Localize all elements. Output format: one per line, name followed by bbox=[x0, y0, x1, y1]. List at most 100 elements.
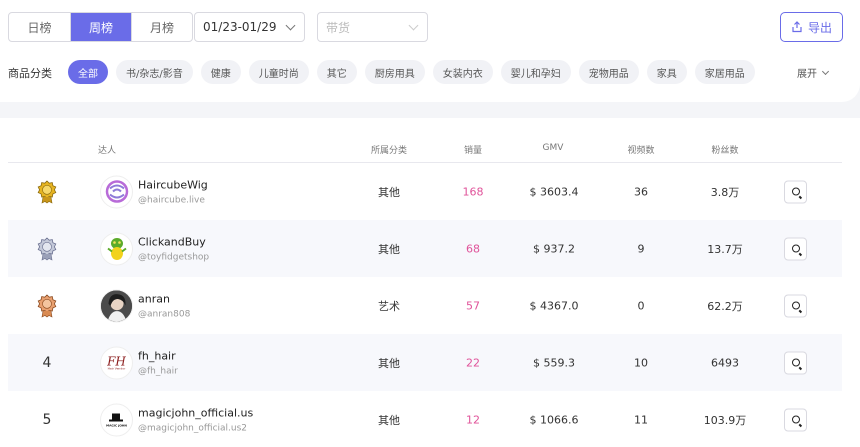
followers-cell: 6493 bbox=[711, 356, 739, 369]
creator-name[interactable]: magicjohn_official.us bbox=[138, 406, 253, 419]
creator-info: fh_hair @fh_hair bbox=[138, 349, 178, 376]
creator-name[interactable]: anran bbox=[138, 292, 190, 305]
table-row[interactable]: 5 MAGIC JOHN magicjohn_official.us @magi… bbox=[8, 391, 842, 447]
sales-cell: 57 bbox=[466, 299, 480, 312]
table-row[interactable]: 4 FH Hair Vendor fh_hair @fh_hair 其他 22 … bbox=[8, 334, 842, 391]
category-chips: 全部 书/杂志/影音 健康 儿童时尚 其它 厨房用具 女装内衣 婴儿和孕妇 宠物… bbox=[68, 60, 755, 84]
sales-cell: 68 bbox=[466, 242, 480, 255]
date-range-select[interactable]: 01/23-01/29 bbox=[194, 12, 305, 42]
gmv-cell: $ 1066.6 bbox=[529, 413, 579, 426]
videos-cell: 36 bbox=[634, 185, 648, 198]
creator-info: HaircubeWig @haircube.live bbox=[138, 178, 208, 205]
filter-bar: 日榜 周榜 月榜 01/23-01/29 带货 导出 商品分类 全部 书/杂志/… bbox=[0, 0, 860, 102]
creator-name[interactable]: fh_hair bbox=[138, 349, 178, 362]
header-gmv: GMV bbox=[542, 143, 564, 153]
tab-monthly[interactable]: 月榜 bbox=[131, 13, 192, 41]
table-row[interactable]: HaircubeWig @haircube.live 其他 168 $ 3603… bbox=[8, 163, 842, 220]
videos-cell: 0 bbox=[637, 299, 645, 312]
search-icon bbox=[791, 244, 800, 253]
table-row[interactable]: anran @anran808 艺术 57 $ 4367.0 0 62.2万 bbox=[8, 277, 842, 334]
followers-cell: 3.8万 bbox=[710, 185, 740, 199]
category-label: 商品分类 bbox=[8, 67, 52, 80]
gold-medal-icon bbox=[37, 179, 57, 204]
creator-name[interactable]: HaircubeWig bbox=[138, 178, 208, 191]
type-select-placeholder: 带货 bbox=[326, 20, 351, 35]
category-cell: 其他 bbox=[378, 185, 400, 199]
category-chip[interactable]: 宠物用品 bbox=[578, 60, 639, 84]
magic-john-logo-icon: MAGIC JOHN bbox=[106, 412, 127, 427]
detail-search-button[interactable] bbox=[784, 180, 807, 203]
header-category: 所属分类 bbox=[370, 146, 408, 156]
person-photo-icon bbox=[101, 290, 132, 321]
header-videos: 视频数 bbox=[627, 146, 655, 156]
table-row[interactable]: ClickandBuy @toyfidgetshop 其他 68 $ 937.2… bbox=[8, 220, 842, 277]
category-chip[interactable]: 家具 bbox=[646, 60, 687, 84]
gmv-cell: $ 937.2 bbox=[533, 242, 575, 255]
ranking-period-tabs: 日榜 周榜 月榜 bbox=[8, 12, 193, 42]
category-chip[interactable]: 家居用品 bbox=[694, 60, 755, 84]
haircube-logo-icon bbox=[105, 180, 128, 203]
rank-number: 4 bbox=[42, 354, 52, 371]
creator-info: magicjohn_official.us @magicjohn_officia… bbox=[138, 406, 253, 433]
search-icon bbox=[791, 415, 800, 424]
gmv-cell: $ 559.3 bbox=[533, 356, 575, 369]
creator-handle: @haircube.live bbox=[138, 195, 205, 205]
type-select[interactable]: 带货 bbox=[317, 12, 428, 42]
creator-handle: @toyfidgetshop bbox=[138, 252, 210, 262]
chevron-down-icon bbox=[285, 20, 296, 31]
date-range-value: 01/23-01/29 bbox=[203, 20, 277, 34]
sales-cell: 168 bbox=[462, 185, 484, 198]
bronze-medal-icon bbox=[37, 293, 57, 318]
detail-search-button[interactable] bbox=[784, 237, 807, 260]
grinch-figure-icon bbox=[106, 238, 127, 260]
category-chip[interactable]: 健康 bbox=[200, 60, 241, 84]
followers-cell: 62.2万 bbox=[707, 299, 743, 313]
creator-name[interactable]: ClickandBuy bbox=[138, 235, 209, 248]
category-chip[interactable]: 书/杂志/影音 bbox=[116, 60, 193, 84]
sales-cell: 12 bbox=[466, 413, 480, 426]
header-followers: 粉丝数 bbox=[711, 146, 739, 156]
avatar: FH Hair Vendor bbox=[100, 346, 133, 379]
gmv-cell: $ 4367.0 bbox=[529, 299, 579, 312]
category-chip[interactable]: 女装内衣 bbox=[432, 60, 493, 84]
search-icon bbox=[791, 358, 800, 367]
detail-search-button[interactable] bbox=[784, 351, 807, 374]
avatar: MAGIC JOHN bbox=[100, 403, 133, 436]
table-header: 达人 所属分类 销量 GMV 视频数 粉丝数 bbox=[8, 118, 842, 163]
expand-categories-button[interactable]: 展开 bbox=[797, 65, 830, 80]
creator-info: ClickandBuy @toyfidgetshop bbox=[138, 235, 209, 262]
chevron-down-icon bbox=[821, 67, 830, 75]
header-creator: 达人 bbox=[98, 146, 117, 156]
category-cell: 其他 bbox=[378, 356, 400, 370]
avatar bbox=[100, 175, 133, 208]
videos-cell: 11 bbox=[634, 413, 648, 426]
search-icon bbox=[791, 187, 800, 196]
followers-cell: 103.9万 bbox=[703, 413, 747, 427]
detail-search-button[interactable] bbox=[784, 408, 807, 431]
category-cell: 其他 bbox=[378, 242, 400, 256]
videos-cell: 9 bbox=[637, 242, 645, 255]
videos-cell: 10 bbox=[634, 356, 648, 369]
fh-hair-logo-icon: FH Hair Vendor bbox=[107, 354, 126, 370]
export-button[interactable]: 导出 bbox=[780, 12, 843, 42]
export-icon bbox=[792, 21, 802, 33]
tab-weekly[interactable]: 周榜 bbox=[70, 13, 131, 41]
category-chip[interactable]: 儿童时尚 bbox=[248, 60, 309, 84]
rank-number: 5 bbox=[42, 411, 52, 428]
avatar bbox=[100, 232, 133, 265]
tab-daily[interactable]: 日榜 bbox=[9, 13, 70, 41]
search-icon bbox=[791, 301, 800, 310]
creator-info: anran @anran808 bbox=[138, 292, 190, 319]
category-chip[interactable]: 婴儿和孕妇 bbox=[500, 60, 571, 84]
category-chip[interactable]: 厨房用具 bbox=[364, 60, 425, 84]
ranking-table: 达人 所属分类 销量 GMV 视频数 粉丝数 HaircubeWig @hair… bbox=[0, 118, 860, 447]
category-cell: 其他 bbox=[378, 413, 400, 427]
category-chip[interactable]: 全部 bbox=[68, 60, 108, 84]
header-sales: 销量 bbox=[463, 146, 483, 156]
avatar bbox=[100, 289, 133, 322]
followers-cell: 13.7万 bbox=[707, 242, 743, 256]
detail-search-button[interactable] bbox=[784, 294, 807, 317]
creator-handle: @magicjohn_official.us2 bbox=[138, 423, 248, 433]
category-chip[interactable]: 其它 bbox=[316, 60, 357, 84]
expand-label: 展开 bbox=[797, 69, 817, 80]
